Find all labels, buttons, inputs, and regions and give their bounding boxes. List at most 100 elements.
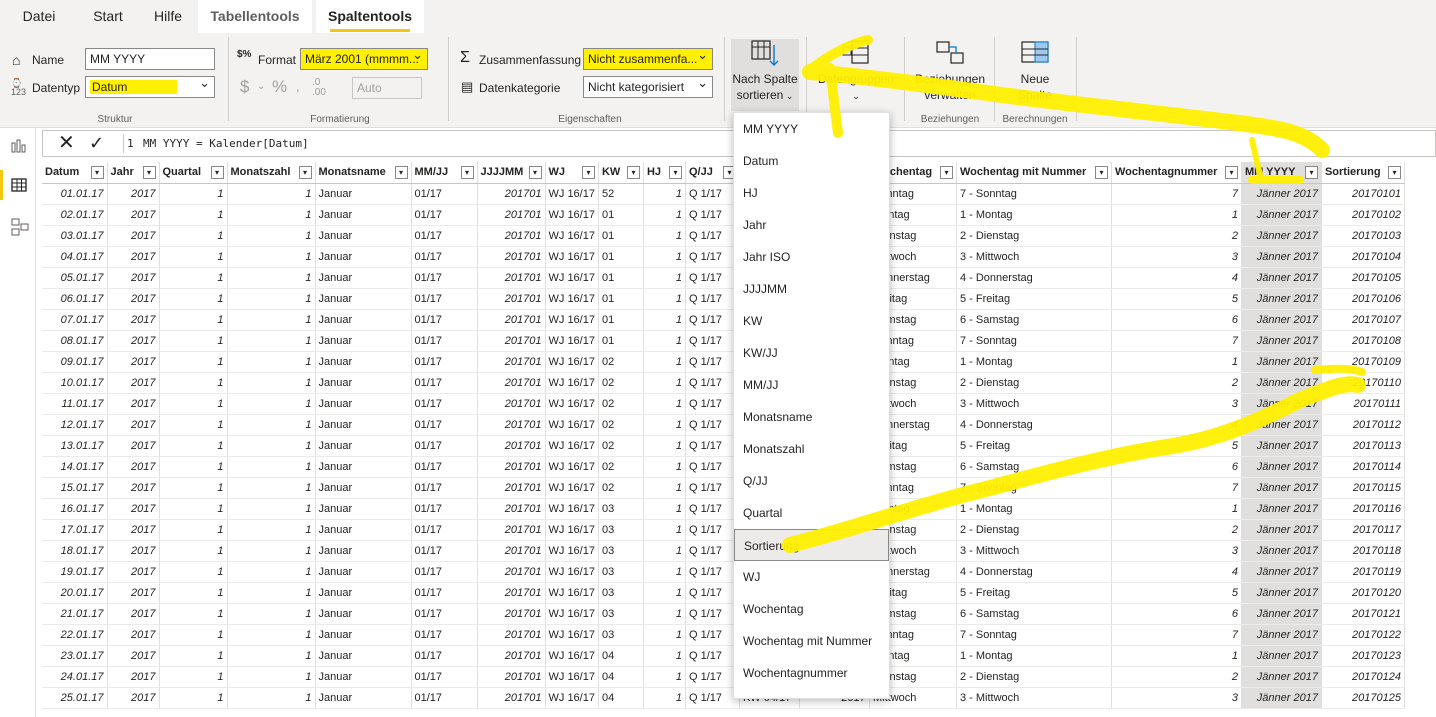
table-cell[interactable]: 52: [598, 183, 644, 205]
table-cell[interactable]: Jänner 2017: [1241, 246, 1322, 268]
table-cell[interactable]: 201701: [477, 204, 546, 226]
table-cell[interactable]: WJ 16/17: [545, 183, 599, 205]
table-cell[interactable]: 2017: [107, 624, 160, 646]
table-cell[interactable]: 3 - Mittwoch: [956, 540, 1112, 562]
table-cell[interactable]: Q 1/17: [685, 435, 740, 457]
table-cell[interactable]: 3: [1111, 393, 1242, 415]
table-cell[interactable]: Januar: [315, 477, 412, 499]
table-cell[interactable]: 1: [643, 519, 686, 541]
table-cell[interactable]: 1: [159, 435, 228, 457]
table-cell[interactable]: 1: [643, 687, 686, 709]
table-cell[interactable]: 7: [1111, 624, 1242, 646]
table-cell[interactable]: 201701: [477, 393, 546, 415]
table-cell[interactable]: Januar: [315, 309, 412, 331]
table-cell[interactable]: 2017: [107, 603, 160, 625]
table-cell[interactable]: Januar: [315, 603, 412, 625]
table-cell[interactable]: Q 1/17: [685, 225, 740, 247]
table-cell[interactable]: Januar: [315, 645, 412, 667]
table-cell[interactable]: 201701: [477, 645, 546, 667]
table-cell[interactable]: Januar: [315, 498, 412, 520]
table-cell[interactable]: WJ 16/17: [545, 414, 599, 436]
table-cell[interactable]: Jänner 2017: [1241, 330, 1322, 352]
table-cell[interactable]: 20170116: [1321, 498, 1405, 520]
sort-option[interactable]: WJ: [734, 561, 889, 593]
table-cell[interactable]: 20170124: [1321, 666, 1405, 688]
table-cell[interactable]: 5 - Freitag: [956, 435, 1112, 457]
table-cell[interactable]: 2017: [107, 666, 160, 688]
table-cell[interactable]: 7: [1111, 330, 1242, 352]
table-cell[interactable]: Q 1/17: [685, 456, 740, 478]
table-cell[interactable]: 3 - Mittwoch: [956, 687, 1112, 709]
table-cell[interactable]: Januar: [315, 519, 412, 541]
column-header[interactable]: Wochentag mit Nummer ▾: [956, 162, 1112, 184]
table-cell[interactable]: 2017: [107, 477, 160, 499]
table-cell[interactable]: 20170102: [1321, 204, 1405, 226]
table-cell[interactable]: 1 - Montag: [956, 645, 1112, 667]
table-cell[interactable]: 1: [159, 666, 228, 688]
table-cell[interactable]: 201701: [477, 435, 546, 457]
table-cell[interactable]: 1 - Montag: [956, 498, 1112, 520]
column-header[interactable]: Sortierung ▾: [1321, 162, 1405, 184]
table-cell[interactable]: Jänner 2017: [1241, 225, 1322, 247]
table-cell[interactable]: 1: [159, 624, 228, 646]
table-cell[interactable]: 2017: [107, 225, 160, 247]
filter-dropdown-icon[interactable]: ▾: [142, 166, 156, 179]
sort-option[interactable]: MM/JJ: [734, 369, 889, 401]
table-cell[interactable]: Jänner 2017: [1241, 561, 1322, 583]
table-cell[interactable]: 1: [643, 225, 686, 247]
table-cell[interactable]: 4: [1111, 414, 1242, 436]
sort-option[interactable]: Jahr ISO: [734, 241, 889, 273]
table-cell[interactable]: 4 - Donnerstag: [956, 267, 1112, 289]
filter-dropdown-icon[interactable]: ▾: [581, 166, 595, 179]
table-cell[interactable]: 7 - Sonntag: [956, 477, 1112, 499]
table-cell[interactable]: 03: [598, 498, 644, 520]
summary-select[interactable]: Nicht zusammenfa...: [583, 48, 713, 70]
table-cell[interactable]: Jänner 2017: [1241, 393, 1322, 415]
table-cell[interactable]: 2017: [107, 435, 160, 457]
table-cell[interactable]: Jänner 2017: [1241, 603, 1322, 625]
sort-option[interactable]: JJJJMM: [734, 273, 889, 305]
table-cell[interactable]: 02: [598, 435, 644, 457]
table-cell[interactable]: 20.01.17: [42, 582, 108, 604]
table-cell[interactable]: 12.01.17: [42, 414, 108, 436]
table-cell[interactable]: 01/17: [411, 372, 478, 394]
table-cell[interactable]: 1: [227, 519, 316, 541]
table-cell[interactable]: 1: [643, 540, 686, 562]
table-cell[interactable]: Januar: [315, 414, 412, 436]
table-cell[interactable]: 201701: [477, 246, 546, 268]
table-cell[interactable]: 6: [1111, 456, 1242, 478]
table-cell[interactable]: Jänner 2017: [1241, 435, 1322, 457]
table-cell[interactable]: 01/17: [411, 519, 478, 541]
table-cell[interactable]: 3 - Mittwoch: [956, 246, 1112, 268]
confirm-formula-icon[interactable]: ✓: [89, 131, 104, 156]
table-cell[interactable]: 20170122: [1321, 624, 1405, 646]
table-cell[interactable]: 2 - Dienstag: [956, 519, 1112, 541]
table-cell[interactable]: 1: [227, 183, 316, 205]
table-cell[interactable]: Q 1/17: [685, 309, 740, 331]
table-cell[interactable]: WJ 16/17: [545, 225, 599, 247]
tab-start[interactable]: Start: [80, 0, 136, 33]
table-cell[interactable]: 10.01.17: [42, 372, 108, 394]
table-cell[interactable]: WJ 16/17: [545, 456, 599, 478]
table-cell[interactable]: 201701: [477, 414, 546, 436]
sort-option[interactable]: MM YYYY: [734, 113, 889, 145]
tab-hilfe[interactable]: Hilfe: [142, 0, 194, 33]
filter-dropdown-icon[interactable]: ▾: [460, 166, 474, 179]
table-cell[interactable]: Jänner 2017: [1241, 267, 1322, 289]
column-header[interactable]: Monatsname ▾: [315, 162, 412, 184]
sort-option[interactable]: Monatsname: [734, 401, 889, 433]
table-cell[interactable]: Jänner 2017: [1241, 540, 1322, 562]
sort-option[interactable]: Monatszahl: [734, 433, 889, 465]
table-cell[interactable]: 2017: [107, 183, 160, 205]
table-cell[interactable]: WJ 16/17: [545, 687, 599, 709]
table-cell[interactable]: 1: [643, 204, 686, 226]
formula-input[interactable]: MM YYYY = Kalender[Datum]: [143, 137, 309, 150]
table-cell[interactable]: 7 - Sonntag: [956, 330, 1112, 352]
table-cell[interactable]: 1: [227, 372, 316, 394]
table-cell[interactable]: 1: [1111, 645, 1242, 667]
table-cell[interactable]: 3 - Mittwoch: [956, 393, 1112, 415]
table-cell[interactable]: 1: [227, 687, 316, 709]
table-cell[interactable]: 1: [643, 645, 686, 667]
table-cell[interactable]: 7: [1111, 183, 1242, 205]
table-cell[interactable]: 14.01.17: [42, 456, 108, 478]
